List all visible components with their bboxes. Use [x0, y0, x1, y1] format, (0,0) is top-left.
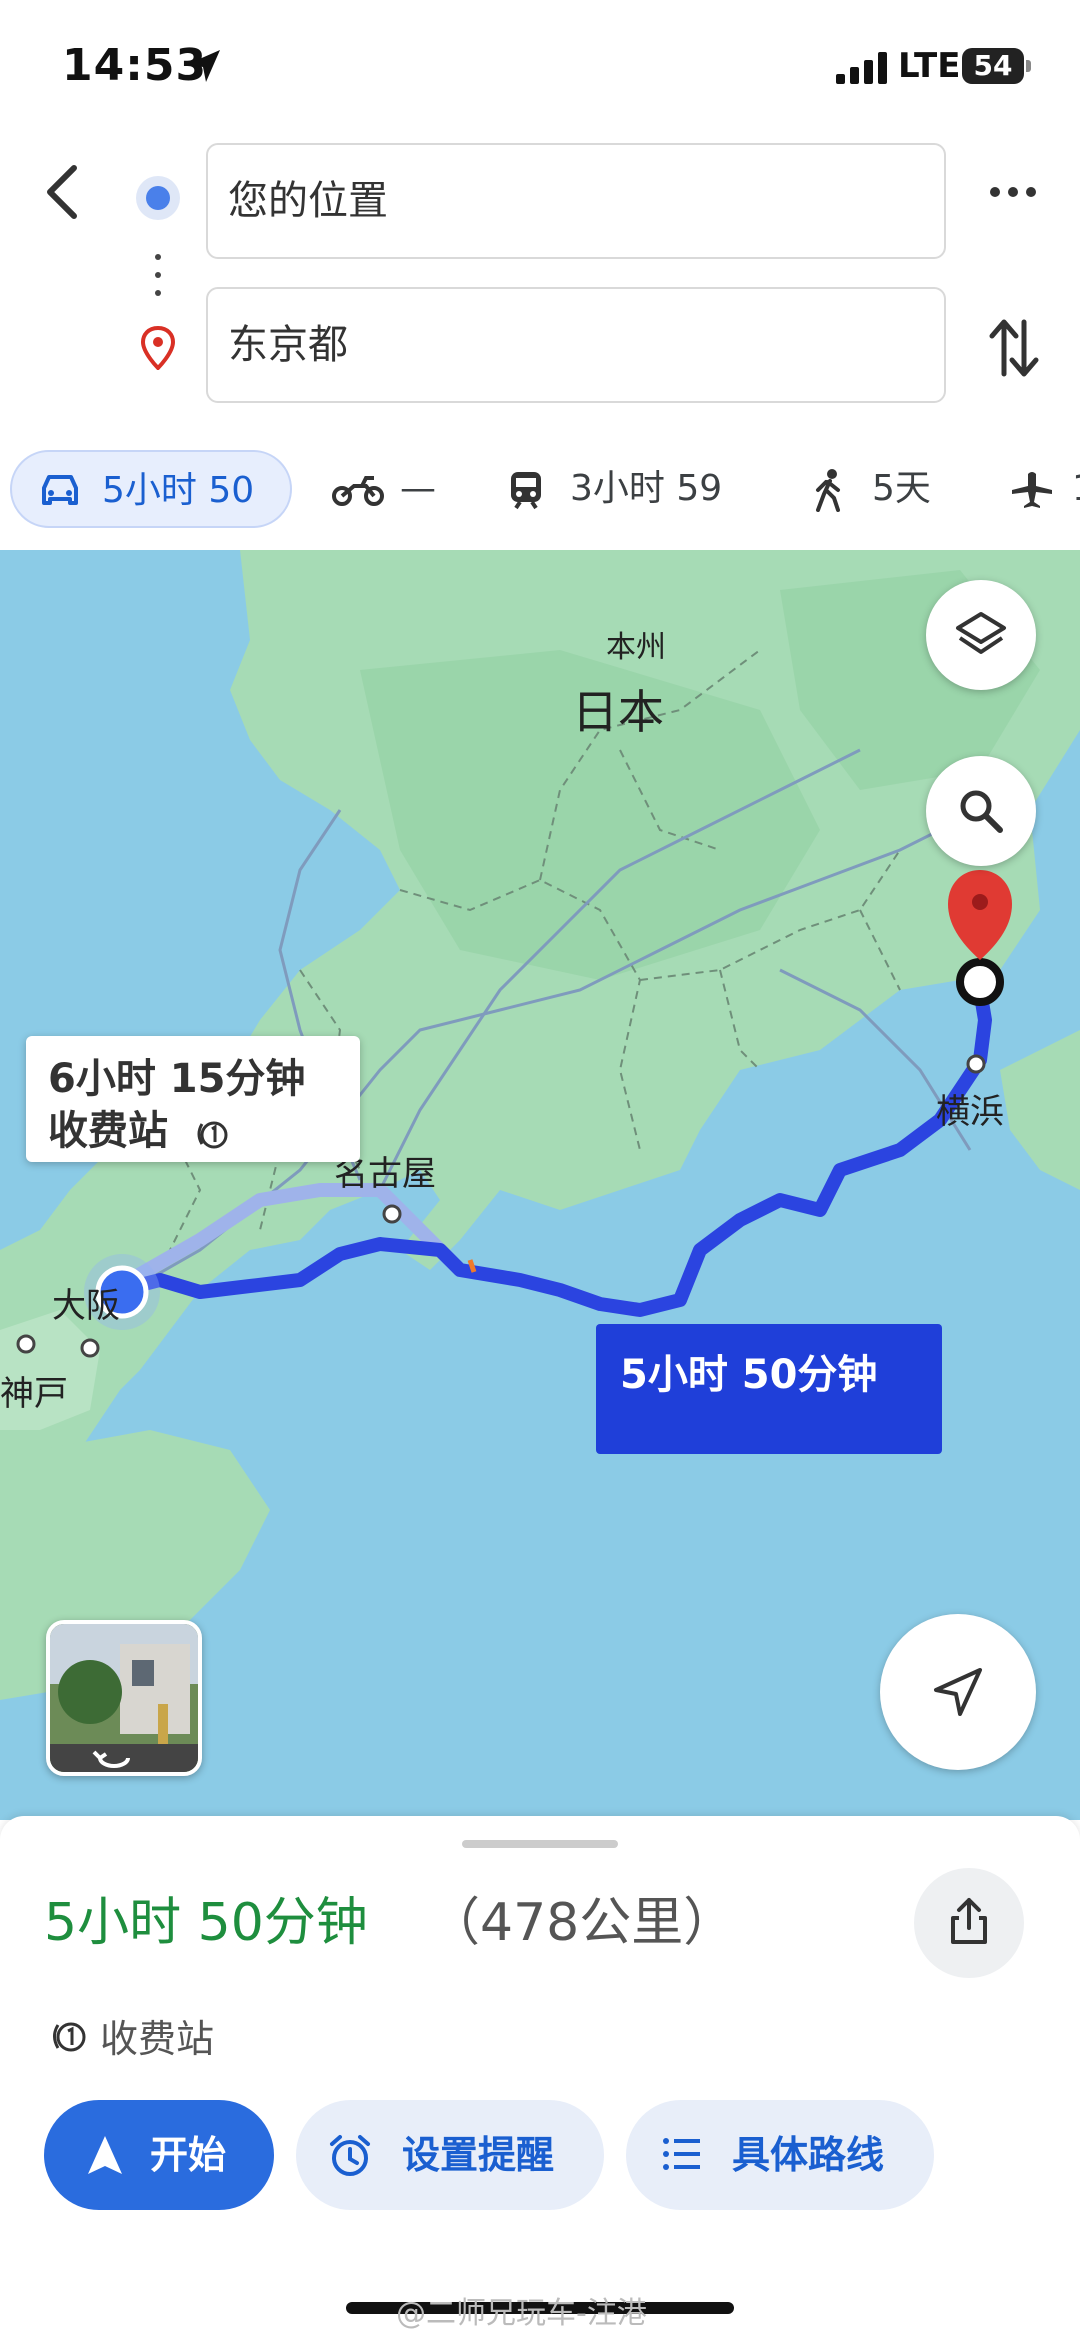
map-label-country: 日本 — [572, 685, 664, 739]
destination-pin-dot — [972, 894, 988, 910]
map-label-kobe: 神戸 — [0, 1374, 68, 1414]
tab-flight-label: 1 — [1072, 450, 1080, 528]
share-button[interactable] — [914, 1868, 1024, 1978]
route-callout[interactable]: 5小时 50分钟 — [596, 1324, 942, 1454]
recenter-button[interactable] — [880, 1614, 1036, 1770]
motorcycle-icon — [332, 476, 384, 506]
search-button[interactable] — [926, 756, 1036, 866]
swap-button[interactable] — [988, 316, 1040, 380]
city-marker-kobe — [16, 1334, 36, 1354]
tab-walk-label: 5天 — [872, 468, 931, 509]
navigation-start-icon — [88, 2136, 122, 2174]
route-steps-button[interactable]: 具体路线 — [626, 2100, 934, 2210]
toll-icon — [197, 1121, 228, 1149]
alt-route-toll-label: 收费站 — [48, 1108, 168, 1154]
layers-button[interactable] — [926, 580, 1036, 690]
location-arrow-icon — [188, 50, 220, 82]
origin-field[interactable]: 您的位置 — [206, 143, 946, 259]
battery-cap — [1026, 60, 1031, 72]
more-options-button[interactable] — [988, 180, 1038, 204]
map-label-region: 本州 — [606, 630, 666, 665]
walk-icon — [816, 469, 840, 512]
watermark: @二师兄玩车-注港 — [396, 2296, 647, 2331]
tab-transit-label: 3小时 59 — [570, 468, 723, 509]
route-duration: 5小时 50分钟 — [44, 1893, 368, 1953]
search-icon — [960, 790, 1003, 833]
share-icon — [951, 1898, 987, 1944]
alt-route-time: 6小时 15分钟 — [48, 1056, 306, 1102]
toll-icon — [53, 2022, 86, 2052]
battery-indicator: 54 — [962, 48, 1024, 84]
alternative-route-callout[interactable]: 6小时 15分钟 收费站 — [26, 1036, 360, 1162]
city-marker-nagoya — [382, 1204, 402, 1224]
alarm-clock-icon — [330, 2135, 370, 2176]
land-boso — [1000, 1030, 1080, 1190]
signal-icon — [836, 52, 887, 84]
route-dots — [155, 272, 161, 278]
route-steps-label: 具体路线 — [732, 2133, 885, 2177]
tab-drive-label: 5小时 50 — [102, 470, 255, 511]
list-icon — [663, 2138, 700, 2170]
alt-route-toll: 收费站 — [48, 1098, 230, 1156]
tab-drive[interactable]: 5小时 50 — [10, 450, 292, 528]
set-reminder-button[interactable]: 设置提醒 — [296, 2100, 604, 2210]
map-label-osaka: 大阪 — [52, 1286, 120, 1326]
car-icon — [42, 475, 78, 505]
route-time: 5小时 50分钟 — [620, 1352, 878, 1398]
street-view-thumbnail[interactable] — [46, 1620, 202, 1776]
map-label-yokohama: 横浜 — [936, 1092, 1004, 1132]
destination-ring — [956, 958, 1004, 1006]
train-icon — [511, 472, 541, 510]
set-reminder-label: 设置提醒 — [402, 2133, 555, 2177]
start-button-label: 开始 — [150, 2133, 227, 2177]
tab-motorcycle-label: — — [400, 468, 436, 509]
travel-mode-tabs: 5小时 50 — 3小时 59 5天 1 — [0, 438, 1080, 542]
city-marker-yokohama — [966, 1054, 986, 1074]
street-view-image — [50, 1624, 198, 1772]
map-view[interactable]: 本州 日本 名古屋 大阪 神戸 横浜 6小时 15分钟 收费站 5小时 50分钟 — [0, 550, 1080, 1820]
origin-dot-inner — [146, 186, 170, 210]
city-marker-osaka — [80, 1338, 100, 1358]
destination-field[interactable]: 东京都 — [206, 287, 946, 403]
route-dots — [155, 254, 161, 260]
back-button[interactable] — [32, 160, 96, 224]
destination-pin-icon — [140, 326, 176, 370]
navigation-arrow-icon — [934, 1668, 982, 1716]
plane-icon — [1012, 472, 1052, 508]
start-button[interactable]: 开始 — [44, 2100, 274, 2210]
route-distance: （478公里） — [428, 1893, 736, 1953]
route-dots — [155, 290, 161, 296]
layers-icon — [956, 612, 1006, 654]
toll-label: 收费站 — [100, 2017, 215, 2061]
network-type: LTE — [898, 46, 961, 86]
drag-handle[interactable] — [462, 1840, 618, 1848]
